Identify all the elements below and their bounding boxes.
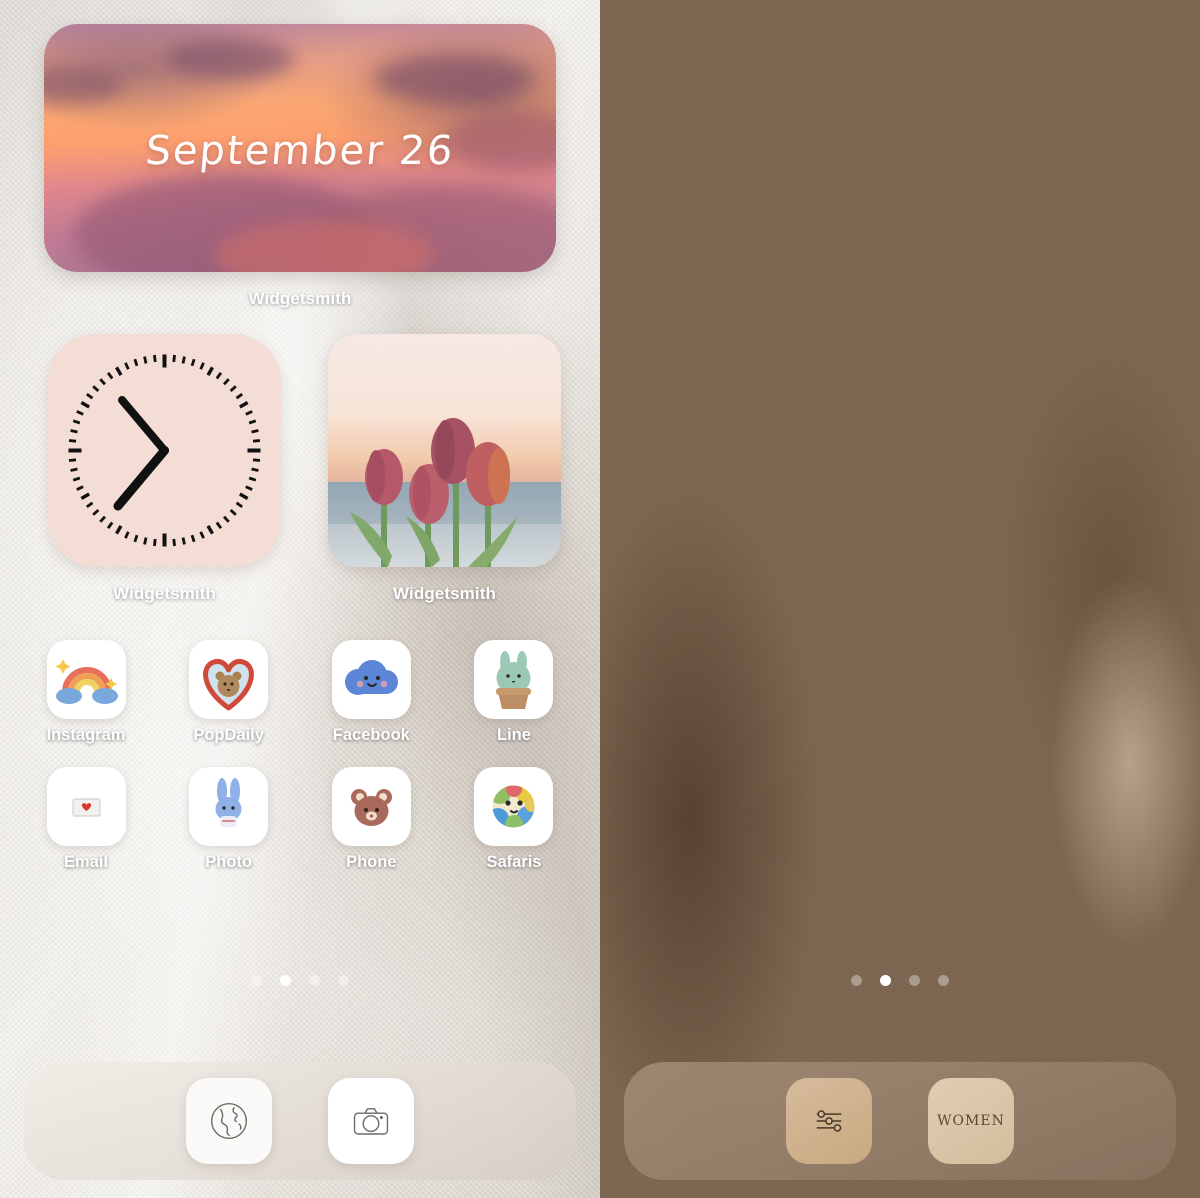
app-tile[interactable]	[189, 767, 269, 846]
dock-right: WOMEN	[624, 1062, 1176, 1180]
page-dots-right[interactable]	[600, 975, 1200, 986]
cloud-shape	[374, 54, 534, 104]
sliders-icon	[816, 1110, 842, 1132]
page-dot[interactable]	[938, 975, 949, 986]
cactus-bunny-icon	[496, 651, 532, 709]
app-photo[interactable]: Photo	[169, 767, 289, 872]
dock-women[interactable]: WOMEN	[928, 1078, 1014, 1164]
app-tile[interactable]	[474, 767, 554, 846]
app-facebook[interactable]: Facebook	[311, 640, 431, 745]
dock-safari[interactable]	[186, 1078, 272, 1164]
page-dots-left[interactable]	[0, 975, 600, 986]
clock-face-icon	[68, 354, 261, 547]
blue-bunny-icon	[215, 778, 242, 827]
tulips-illustration	[350, 418, 518, 567]
globe-icon	[210, 1102, 248, 1140]
app-tile[interactable]	[46, 640, 126, 719]
page-dot[interactable]	[909, 975, 920, 986]
cloud-shape	[164, 38, 294, 80]
app-row-2: Email Photo Phone Safaris	[26, 767, 574, 872]
app-tile[interactable]	[331, 767, 411, 846]
page-dot[interactable]	[309, 975, 320, 986]
dock-camera[interactable]	[328, 1078, 414, 1164]
cloud-face-icon	[344, 660, 398, 695]
app-tile[interactable]	[331, 640, 411, 719]
app-tile[interactable]	[474, 640, 554, 719]
sunset-date-widget[interactable]: September 26	[44, 24, 556, 272]
color-ball-icon	[492, 785, 535, 828]
app-popdaily[interactable]: PopDaily	[169, 640, 289, 745]
app-safaris[interactable]: Safaris	[454, 767, 574, 872]
app-line[interactable]: Line	[454, 640, 574, 745]
app-label: Safaris	[486, 853, 542, 871]
page-dot-active[interactable]	[880, 975, 891, 986]
envelope-heart-icon	[71, 798, 101, 817]
app-instagram[interactable]: Instagram	[26, 640, 146, 745]
app-label: Instagram	[46, 726, 126, 744]
page-dot[interactable]	[851, 975, 862, 986]
widget-label-tulip: Widgetsmith	[393, 584, 496, 603]
page-dot[interactable]	[338, 975, 349, 986]
app-phone[interactable]: Phone	[311, 767, 431, 872]
left-home-screen: September 26 Widgetsmith Widgetsmith Wid…	[0, 0, 600, 1198]
right-home-screen: Don't change yourself so that other peop…	[600, 0, 1200, 1198]
app-label: Email	[63, 853, 109, 871]
app-icon-grid: Instagram PopDaily Facebook Line Email P…	[26, 640, 574, 894]
page-dot[interactable]	[251, 975, 262, 986]
sunset-date-text: September 26	[143, 128, 457, 174]
app-tile[interactable]	[189, 640, 269, 719]
widget-label-sunset: Widgetsmith	[248, 289, 352, 308]
app-row-1: Instagram PopDaily Facebook Line	[26, 640, 574, 745]
cloud-shape	[44, 66, 124, 104]
app-label: Line	[497, 726, 531, 744]
page-dot-active[interactable]	[280, 975, 291, 986]
brown-bear-icon	[350, 789, 392, 826]
app-tile[interactable]	[46, 767, 126, 846]
app-label: PopDaily	[193, 726, 264, 744]
women-text-icon: WOMEN	[937, 1113, 1005, 1129]
tulip-photo-widget[interactable]	[328, 334, 561, 567]
dock-settings[interactable]	[786, 1078, 872, 1164]
app-email[interactable]: Email	[26, 767, 146, 872]
app-label: Photo	[205, 853, 253, 871]
dock-left	[24, 1062, 576, 1180]
camera-icon	[353, 1108, 389, 1135]
app-label: Phone	[346, 853, 397, 871]
bear-heart-icon	[203, 658, 255, 711]
app-label: Facebook	[332, 726, 410, 744]
analog-clock-widget[interactable]	[48, 334, 281, 567]
widget-label-clock: Widgetsmith	[113, 584, 216, 603]
rainbow-icon	[55, 659, 118, 704]
